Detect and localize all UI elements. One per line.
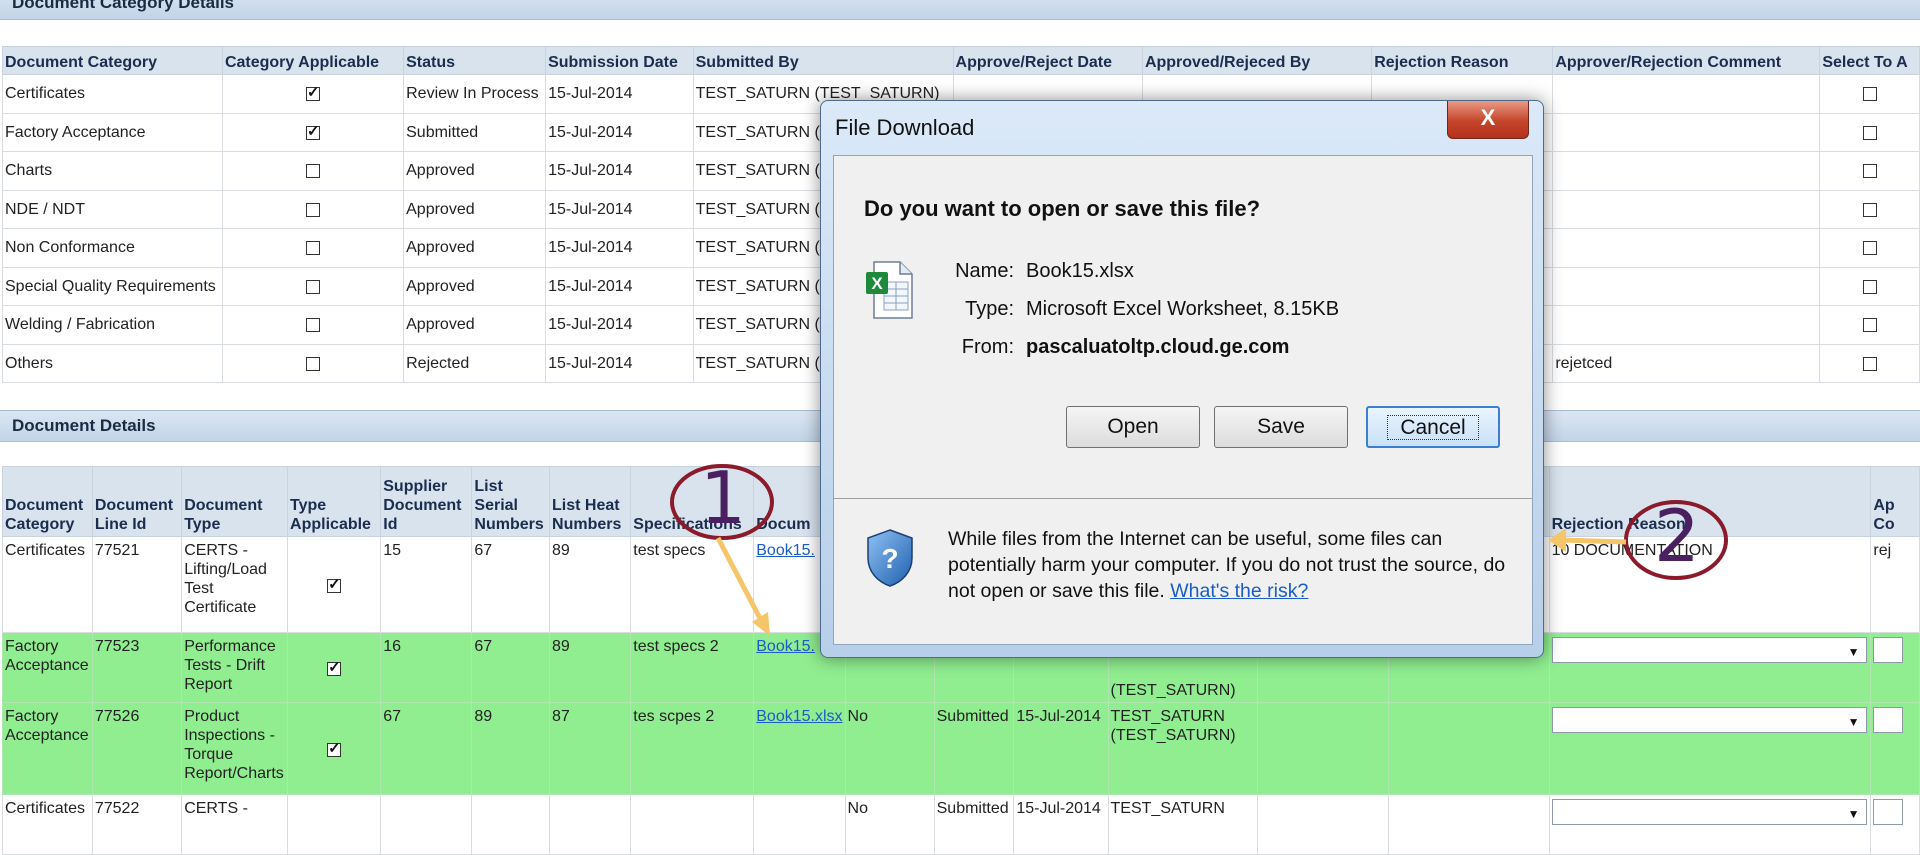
annotation-number-2: 2 bbox=[1654, 494, 1700, 578]
annotation-arrow-1 bbox=[715, 536, 767, 628]
annotation-arrow-2 bbox=[1559, 537, 1627, 545]
annotation-arrowhead-2 bbox=[1548, 528, 1566, 552]
annotation-overlay bbox=[670, 464, 1728, 636]
annotation-number-1: 1 bbox=[700, 456, 746, 540]
